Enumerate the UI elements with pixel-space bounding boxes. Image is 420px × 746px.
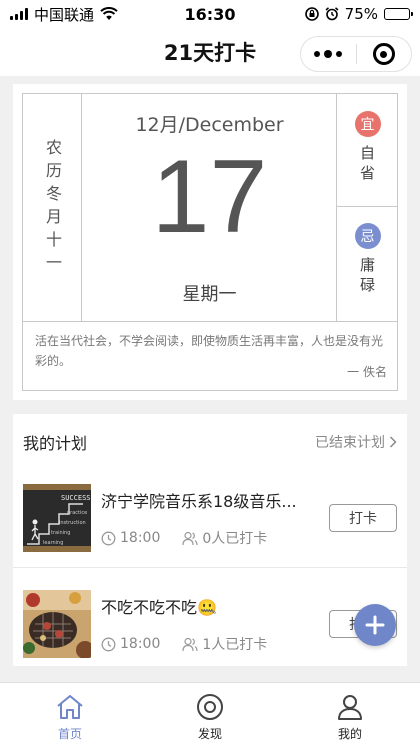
calendar-yi-ji: 宜 自省 忌 庸碌 [336, 94, 398, 321]
calendar-main: 12月/December 17 星期一 [83, 94, 336, 321]
quote-author: 一 佚名 [347, 365, 387, 379]
people-icon [182, 637, 198, 651]
home-icon [57, 695, 83, 719]
tab-discover[interactable]: 发现 [140, 683, 280, 746]
plan-meta: 18:00 1人已打卡 [101, 634, 267, 654]
nav-bar: 21天打卡 [0, 28, 420, 76]
plan-name: 不吃不吃不吃🤐 [101, 598, 217, 617]
plan-item[interactable]: SUCCESS practice instruction training le… [13, 470, 407, 568]
battery-icon [384, 8, 413, 20]
battery-percent: 75% [344, 5, 378, 23]
wifi-icon [100, 7, 118, 20]
alarm-icon [325, 7, 339, 21]
ji-badge: 忌 [354, 223, 381, 249]
plan-header: 我的计划 已结束计划 [13, 414, 407, 470]
tab-home[interactable]: 首页 [0, 683, 140, 746]
plus-icon [365, 615, 385, 635]
calendar-month: 12月/December [135, 114, 284, 136]
plan-time-text: 18:00 [120, 530, 161, 546]
target-close-icon[interactable] [357, 43, 412, 65]
status-time: 16:30 [184, 4, 236, 24]
tab-me-label: 我的 [337, 727, 362, 741]
plan-checkins: 1人已打卡 [182, 634, 267, 654]
plan-checkins-text: 1人已打卡 [202, 637, 268, 653]
grill-food-image [23, 590, 91, 658]
tab-me[interactable]: 我的 [280, 683, 420, 746]
calendar-card: 农历冬月十一 12月/December 17 星期一 宜 自省 忌 庸碌 活在当… [13, 84, 407, 400]
svg-text:instruction: instruction [59, 520, 86, 526]
plan-time: 18:00 [101, 634, 160, 654]
plan-time: 18:00 [101, 528, 160, 548]
svg-text:practice: practice [67, 510, 87, 516]
ji-text: 庸碌 [358, 257, 376, 297]
tab-discover-label: 发现 [197, 727, 222, 741]
daily-quote: 活在当代社会，不学会阅读，即使物质生活再丰富，人也是没有光彩的。 一 佚名 [23, 321, 397, 390]
plan-card: 我的计划 已结束计划 SUCCESS practice instruction … [13, 414, 407, 666]
ended-plans-link[interactable]: 已结束计划 [315, 432, 397, 452]
status-right: 75% [260, 5, 413, 23]
signal-icon [10, 8, 28, 20]
calendar-weekday: 星期一 [182, 284, 237, 305]
user-icon [338, 695, 362, 720]
clock-icon [101, 531, 116, 545]
ended-plans-label: 已结束计划 [315, 435, 385, 451]
svg-text:learning: learning [43, 540, 63, 546]
plan-time-text: 18:00 [120, 636, 161, 652]
plan-checkins: 0人已打卡 [182, 528, 267, 548]
success-stairs-image: SUCCESS practice instruction training le… [23, 484, 91, 552]
ji-block: 忌 庸碌 [337, 207, 398, 321]
plan-thumbnail [23, 590, 91, 658]
mini-program-capsule [300, 36, 412, 72]
plan-name: 济宁学院音乐系18级音乐... [101, 492, 297, 511]
yi-block: 宜 自省 [337, 94, 398, 207]
plan-checkins-text: 0人已打卡 [202, 531, 268, 547]
plan-section-title: 我的计划 [23, 434, 88, 453]
people-icon [182, 531, 198, 545]
tab-home-label: 首页 [57, 727, 82, 741]
carrier-label: 中国联通 [34, 5, 95, 24]
plan-item[interactable]: 不吃不吃不吃🤐 18:00 1人已打卡 打卡 [13, 576, 407, 674]
status-bar: 中国联通 16:30 75% [0, 0, 420, 28]
lunar-date-text: 农历冬月十一 [43, 138, 62, 277]
yi-badge: 宜 [354, 111, 381, 137]
calendar-frame: 农历冬月十一 12月/December 17 星期一 宜 自省 忌 庸碌 活在当… [22, 93, 398, 391]
page-title: 21天打卡 [163, 41, 257, 65]
more-dots-icon[interactable] [301, 50, 356, 58]
lunar-date: 农历冬月十一 [23, 94, 82, 321]
rotation-lock-icon [304, 7, 319, 21]
chevron-right-icon [389, 436, 397, 448]
status-left: 中国联通 [10, 4, 160, 25]
plan-thumbnail: SUCCESS practice instruction training le… [23, 484, 91, 552]
yi-text: 自省 [358, 145, 376, 185]
tab-bar: 首页 发现 我的 [0, 682, 420, 746]
svg-text:training: training [51, 530, 70, 536]
svg-text:SUCCESS: SUCCESS [61, 494, 91, 502]
plan-meta: 18:00 0人已打卡 [101, 528, 267, 548]
calendar-day: 17 [151, 139, 268, 255]
add-plan-button[interactable] [354, 604, 396, 646]
checkin-button[interactable]: 打卡 [329, 504, 397, 532]
discover-icon [197, 694, 223, 720]
clock-icon [101, 637, 116, 651]
quote-text: 活在当代社会，不学会阅读，即使物质生活再丰富，人也是没有光彩的。 [35, 334, 384, 368]
